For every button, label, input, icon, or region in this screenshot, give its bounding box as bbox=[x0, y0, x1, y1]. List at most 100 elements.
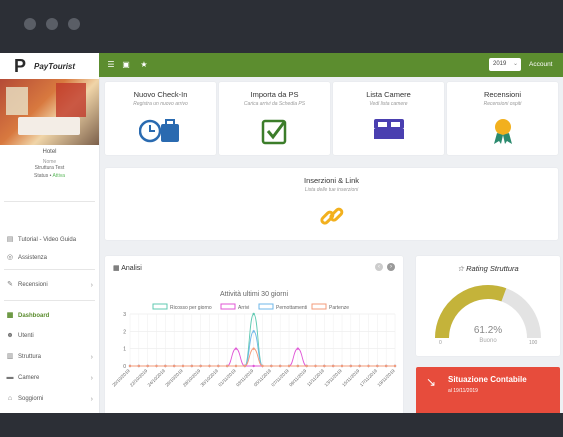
data-point bbox=[314, 364, 317, 368]
hotel-info: Hotel Nome Struttura Test Status • Attiv… bbox=[0, 149, 99, 179]
data-point bbox=[137, 364, 141, 368]
chart-title: Attività ultimi 30 giorni bbox=[220, 291, 289, 298]
bed-icon: ▬ bbox=[6, 374, 14, 381]
top-bar: ☰ ▣ ★ 2019 ⌄ Account bbox=[99, 53, 563, 77]
star-icon[interactable]: ★ bbox=[139, 60, 149, 70]
bed-icon bbox=[373, 119, 404, 139]
contable-card[interactable]: ↘ Situazione Contabile al 19/11/2019 bbox=[416, 367, 560, 413]
x-tick-label: 09/11/2019 bbox=[288, 368, 308, 388]
year-value: 2019 bbox=[493, 61, 507, 67]
hotel-image bbox=[0, 79, 99, 145]
analysis-card: ▦ Analisi ‹ › Attività ultimi 30 giorni R… bbox=[105, 256, 403, 413]
data-point bbox=[358, 364, 361, 368]
flag-icon[interactable]: ▣ bbox=[121, 60, 131, 70]
window-dot[interactable] bbox=[24, 18, 36, 30]
window-dot[interactable] bbox=[68, 18, 80, 30]
rating-title: ☆ Rating Struttura bbox=[457, 264, 519, 273]
x-tick-label: 15/11/2019 bbox=[341, 368, 361, 388]
menu-icon[interactable]: ☰ bbox=[106, 60, 116, 70]
rating-value: 61.2% bbox=[473, 325, 503, 336]
logo[interactable]: P PayTourist bbox=[0, 53, 99, 79]
data-point bbox=[349, 364, 353, 368]
legend-label: Arrivi bbox=[238, 305, 249, 311]
chevron-right-icon: › bbox=[90, 281, 93, 289]
quick-action-subtitle: Carica arrivi da Schedia PS bbox=[243, 101, 306, 107]
account-link[interactable]: Account bbox=[529, 61, 553, 68]
chevron-right-icon: › bbox=[90, 353, 93, 361]
quick-action-title: Importa da PS bbox=[250, 90, 299, 99]
next-icon[interactable]: › bbox=[387, 263, 395, 271]
browser-frame: P PayTourist Hotel Nome Struttura Test S… bbox=[0, 0, 563, 437]
data-point bbox=[287, 364, 291, 368]
data-point bbox=[252, 364, 255, 368]
status-value: Attiva bbox=[52, 173, 65, 179]
data-point bbox=[305, 364, 308, 368]
building-icon: ▥ bbox=[6, 353, 14, 360]
activity-chart: Attività ultimi 30 giorni Ricosso per gio… bbox=[111, 291, 397, 388]
sidebar-item-label: Recensioni bbox=[18, 282, 48, 288]
analysis-title: ▦ Analisi bbox=[113, 265, 142, 272]
x-tick-label: 30/10/2019 bbox=[200, 368, 220, 388]
chevron-right-icon: › bbox=[90, 395, 93, 403]
quick-action-reviews[interactable]: Recensioni Recensioni ospiti bbox=[447, 82, 558, 155]
insertions-title: Inserzioni & Link bbox=[303, 176, 360, 185]
x-tick-label: 07/11/2019 bbox=[270, 368, 290, 388]
chevron-down-icon: ⌄ bbox=[512, 61, 518, 67]
link-icon bbox=[319, 207, 343, 225]
rating-label: Buono bbox=[479, 338, 497, 344]
quick-action-title: Nuovo Check-In bbox=[133, 90, 188, 99]
sidebar-item-utenti[interactable]: ☻ Utenti bbox=[0, 329, 99, 343]
sidebar-item-label: Tutorial - Video Guida bbox=[18, 237, 77, 243]
legend-label: Ricosso per giorno bbox=[170, 305, 212, 311]
legend-swatch bbox=[311, 303, 327, 310]
quick-action-rooms[interactable]: Lista Camere Vedi lista camere bbox=[333, 82, 444, 155]
year-select[interactable]: 2019 ⌄ bbox=[489, 58, 521, 71]
data-point bbox=[340, 364, 344, 368]
analysis-title-text: Analisi bbox=[121, 265, 142, 272]
data-point bbox=[331, 364, 335, 368]
data-point bbox=[225, 364, 229, 368]
quick-action-checkin[interactable]: Nuovo Check-In Registra un nuovo arrivo bbox=[105, 82, 216, 155]
data-point bbox=[217, 364, 220, 368]
sidebar: P PayTourist Hotel Nome Struttura Test S… bbox=[0, 53, 100, 413]
data-point bbox=[172, 364, 176, 368]
video-icon: ▤ bbox=[6, 236, 14, 243]
y-tick-label: 3 bbox=[123, 312, 126, 318]
review-icon: ✎ bbox=[7, 281, 13, 288]
sidebar-item-dashboard[interactable]: ▦ Dashboard bbox=[0, 309, 99, 323]
sidebar-item-label: Assistenza bbox=[18, 255, 48, 261]
status-line: Status • Attiva bbox=[34, 173, 65, 179]
window-controls bbox=[24, 18, 80, 30]
sidebar-item-recensioni[interactable]: ✎ Recensioni › bbox=[0, 278, 99, 292]
x-tick-label: 19/11/2019 bbox=[376, 368, 396, 388]
sidebar-item-label: Utenti bbox=[18, 333, 34, 339]
stay-icon: ⌂ bbox=[7, 395, 13, 402]
quick-action-subtitle: Registra un nuovo arrivo bbox=[133, 101, 188, 107]
data-point bbox=[234, 347, 238, 350]
rating-title-text: Rating Struttura bbox=[466, 264, 519, 273]
window-dot[interactable] bbox=[46, 18, 58, 30]
insertions-card[interactable]: Inserzioni & Link Lista delle tue inserz… bbox=[105, 168, 558, 240]
gauge-max: 100 bbox=[529, 340, 538, 346]
data-point bbox=[252, 330, 255, 333]
app-screen: P PayTourist Hotel Nome Struttura Test S… bbox=[0, 53, 563, 413]
sidebar-item-tutorial[interactable]: ▤ Tutorial - Video Guida bbox=[0, 233, 99, 247]
frame-bottom bbox=[0, 413, 563, 437]
data-point bbox=[376, 364, 379, 368]
x-tick-label: 05/11/2019 bbox=[253, 368, 273, 388]
x-tick-label: 17/11/2019 bbox=[359, 368, 379, 388]
sidebar-item-camere[interactable]: ▬ Camere › bbox=[0, 371, 99, 385]
sidebar-item-label: Camere bbox=[18, 375, 40, 381]
contable-title: Situazione Contabile bbox=[448, 375, 527, 384]
quick-action-import[interactable]: Importa da PS Carica arrivi da Schedia P… bbox=[219, 82, 330, 155]
legend-swatch bbox=[258, 303, 274, 310]
contable-date: al 19/11/2019 bbox=[448, 388, 478, 394]
prev-icon[interactable]: ‹ bbox=[375, 263, 383, 271]
gauge-min: 0 bbox=[439, 340, 442, 346]
data-point bbox=[296, 347, 300, 350]
sidebar-item-assistenza[interactable]: ◎ Assistenza bbox=[0, 251, 99, 265]
sidebar-item-soggiorni[interactable]: ⌂ Soggiorni › bbox=[0, 392, 99, 406]
x-tick-label: 13/11/2019 bbox=[323, 368, 343, 388]
data-point bbox=[181, 364, 185, 368]
sidebar-item-struttura[interactable]: ▥ Struttura › bbox=[0, 350, 99, 364]
